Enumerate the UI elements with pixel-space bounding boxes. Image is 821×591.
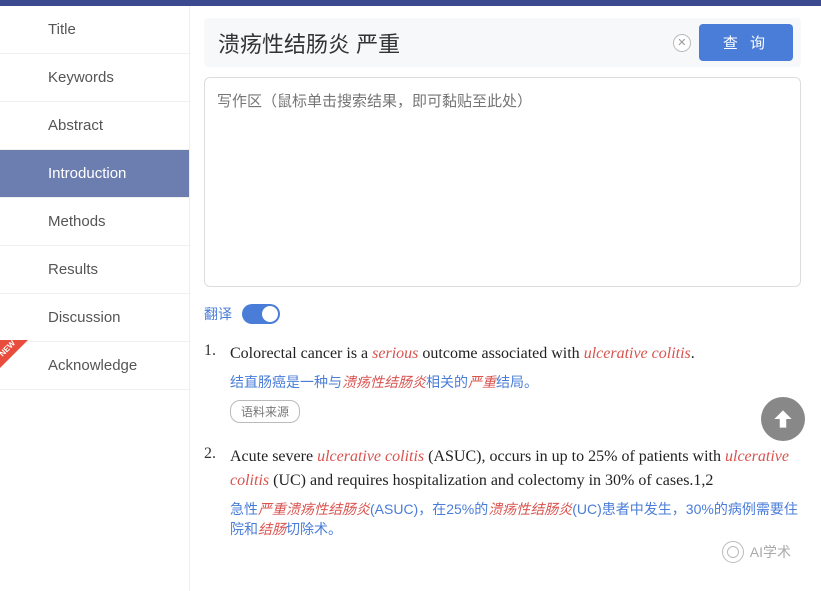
result-chinese: 急性严重溃疡性结肠炎(ASUC)，在25%的溃疡性结肠炎(UC)患者中发生，30… [230,499,801,539]
sidebar-item-results[interactable]: Results [0,246,189,294]
translate-toggle[interactable] [242,304,280,324]
watermark: AI学术 [722,541,791,563]
sidebar-item-title[interactable]: Title [0,6,189,54]
sidebar-item-acknowledge[interactable]: Acknowledge [0,342,189,390]
main-content: ✕ 查 询 翻译 1.Colorectal cancer is a seriou… [190,6,821,591]
result-english: Acute severe ulcerative colitis (ASUC), … [230,445,801,493]
translate-label: 翻译 [204,304,232,324]
writing-textarea[interactable] [204,77,801,287]
sidebar: Title Keywords Abstract Introduction Met… [0,6,190,591]
sidebar-item-methods[interactable]: Methods [0,198,189,246]
result-number: 1. [204,342,230,423]
translate-row: 翻译 [204,304,801,324]
result-body: Acute severe ulcerative colitis (ASUC), … [230,445,801,547]
query-button[interactable]: 查 询 [699,24,793,61]
result-item[interactable]: 2.Acute severe ulcerative colitis (ASUC)… [204,445,801,547]
result-chinese: 结直肠癌是一种与溃疡性结肠炎相关的严重结局。 [230,372,801,392]
scroll-top-button[interactable] [761,397,805,441]
sidebar-item-introduction[interactable]: Introduction [0,150,189,198]
arrow-up-icon [770,406,796,432]
new-badge-icon [0,340,28,370]
sidebar-item-keywords[interactable]: Keywords [0,54,189,102]
source-button[interactable]: 语料来源 [230,400,300,423]
watermark-text: AI学术 [750,542,791,562]
search-bar: ✕ 查 询 [204,18,801,67]
wechat-icon [722,541,744,563]
result-english: Colorectal cancer is a serious outcome a… [230,342,801,366]
search-input[interactable] [212,26,665,60]
result-number: 2. [204,445,230,547]
sidebar-item-discussion[interactable]: Discussion [0,294,189,342]
clear-icon[interactable]: ✕ [673,34,691,52]
sidebar-item-abstract[interactable]: Abstract [0,102,189,150]
result-item[interactable]: 1.Colorectal cancer is a serious outcome… [204,342,801,423]
result-body: Colorectal cancer is a serious outcome a… [230,342,801,423]
sidebar-item-label: Acknowledge [48,357,137,374]
results-list: 1.Colorectal cancer is a serious outcome… [204,342,801,547]
